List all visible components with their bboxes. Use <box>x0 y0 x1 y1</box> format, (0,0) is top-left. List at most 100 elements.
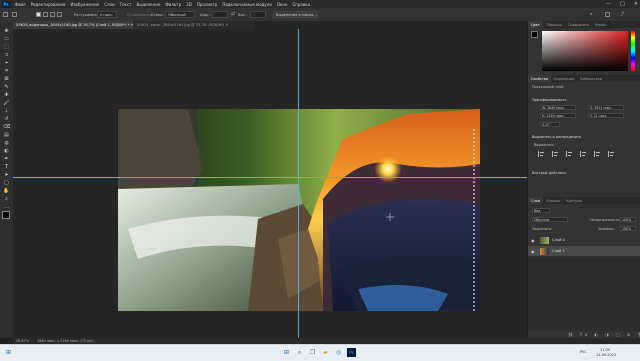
height-field[interactable]: H: 2160 пикс. <box>540 113 576 118</box>
tool-more-icon[interactable]: … <box>3 203 10 210</box>
width-input[interactable] <box>212 11 228 18</box>
layer-name[interactable]: Слой 0 <box>552 238 565 242</box>
search-taskbar-icon[interactable]: ⌕ <box>295 348 304 357</box>
home-icon[interactable] <box>3 12 8 17</box>
layer-actions-icons[interactable]: ⛓ fx ◐ ◑ ▢ ⊞ 🗑 <box>568 332 640 337</box>
tool-history-brush-icon[interactable]: ↺ <box>3 115 10 122</box>
clock-date[interactable]: 11.09.2023 <box>596 353 616 357</box>
intersect-selection-icon[interactable] <box>57 12 62 17</box>
tab-libraries[interactable]: Библиотеки <box>577 75 605 82</box>
tool-lasso-icon[interactable]: ↄ <box>3 51 10 58</box>
menu-view[interactable]: Просмотр <box>194 2 220 7</box>
start-menu-icon[interactable]: ⊞ <box>282 348 291 357</box>
canvas-area[interactable] <box>13 29 527 338</box>
align-bottom-icon[interactable] <box>608 151 615 157</box>
tool-zoom-icon[interactable]: ⌕ <box>3 195 10 202</box>
close-window-button[interactable]: ✕ <box>634 1 638 7</box>
maximize-button[interactable]: □ <box>620 1 625 7</box>
photoshop-taskbar-icon[interactable]: Ps <box>347 348 356 357</box>
tab-patterns[interactable]: Узоры <box>592 21 609 28</box>
align-top-icon[interactable] <box>580 151 587 157</box>
foreground-color-swatch[interactable] <box>2 211 10 219</box>
share-icon[interactable]: ⤴ <box>620 11 625 16</box>
layer-row[interactable]: ◉ Слой 0 <box>528 235 640 245</box>
tool-blur-icon[interactable]: ◍ <box>3 139 10 146</box>
tool-dodge-icon[interactable]: ◐ <box>3 147 10 154</box>
tab-paths[interactable]: Контуры <box>563 197 585 204</box>
align-right-icon[interactable] <box>566 151 573 157</box>
tab-sunset-document[interactable]: X5634_закат_3840x2160.jpg @ 33,3% (RGB/8… <box>134 21 254 29</box>
tool-rectangle-icon[interactable]: ▢ <box>3 179 10 186</box>
menu-file[interactable]: Файл <box>12 2 28 7</box>
smooth-checkbox-label[interactable]: Сглаживание <box>127 13 153 17</box>
photoshop-logo-icon[interactable]: Ps <box>2 0 10 8</box>
tool-brush-icon[interactable]: 🖌 <box>3 99 10 106</box>
layer-name[interactable]: Слой 1 <box>552 249 565 253</box>
tool-artboard-icon[interactable]: ▭ <box>3 35 10 42</box>
tab-adjustments[interactable]: Коррекция <box>551 75 577 82</box>
tab-properties[interactable]: Свойства <box>528 75 552 82</box>
tool-eraser-icon[interactable]: ⌫ <box>3 123 10 130</box>
tool-heal-icon[interactable]: ✚ <box>3 91 10 98</box>
tool-path-select-icon[interactable]: ➤ <box>3 171 10 178</box>
layer-row-selected[interactable]: ◉ Слой 1 <box>528 246 640 256</box>
fill-input[interactable]: 100% <box>620 226 636 231</box>
tool-gradient-icon[interactable]: ▤ <box>3 131 10 138</box>
horizontal-guide[interactable] <box>13 177 527 178</box>
subtract-selection-icon[interactable] <box>50 12 55 17</box>
color-field[interactable] <box>542 31 628 71</box>
minimize-button[interactable]: — <box>606 1 611 7</box>
tool-pen-icon[interactable]: ✒ <box>3 155 10 162</box>
vertical-guide[interactable] <box>298 29 299 338</box>
menu-image[interactable]: Изображение <box>68 2 102 7</box>
height-input[interactable] <box>250 11 266 18</box>
workspace-icon[interactable] <box>605 12 610 17</box>
tab-waterfall-document[interactable]: X5628_водопады_3840x2160.jpg @ 26,7% (Сл… <box>13 21 134 29</box>
width-field[interactable]: W: 3840 пикс. <box>540 105 576 110</box>
browser-icon[interactable]: ◎ <box>334 348 343 357</box>
menu-edit[interactable]: Редактирование <box>28 2 68 7</box>
rotation-field[interactable]: 0,00° <box>540 122 560 127</box>
marquee-preset-icon[interactable] <box>12 12 17 17</box>
menu-layers[interactable]: Слои <box>102 2 117 7</box>
tool-object-select-icon[interactable]: ⌖ <box>3 59 10 66</box>
clock-time[interactable]: 11:39 <box>600 348 610 352</box>
zoom-level[interactable]: 26,67% <box>16 339 29 343</box>
tab-swatches[interactable]: Образцы <box>543 21 565 28</box>
tool-eyedropper-icon[interactable]: ✎ <box>3 83 10 90</box>
tab-layers[interactable]: Слои <box>528 197 544 204</box>
tool-move-icon[interactable]: ✥ <box>3 27 10 34</box>
tool-type-icon[interactable]: T <box>3 163 10 170</box>
feather-input[interactable]: 0 пикс. <box>97 11 117 18</box>
style-select[interactable]: Обычный <box>165 11 195 18</box>
start-icon[interactable]: ⊞ <box>4 348 13 357</box>
align-center-v-icon[interactable] <box>594 151 601 157</box>
tool-frame-icon[interactable]: ⊠ <box>3 75 10 82</box>
tool-crop-icon[interactable]: ⌗ <box>3 67 10 74</box>
opacity-input[interactable]: 100% <box>620 217 636 222</box>
align-left-icon[interactable] <box>538 151 545 157</box>
select-and-mask-button[interactable]: Выделение и маска... <box>273 11 318 18</box>
task-view-icon[interactable]: ❐ <box>308 348 317 357</box>
x-field[interactable]: X: 3951 пикс. <box>588 105 624 110</box>
align-section-label[interactable]: Выровнять и распределить <box>532 135 581 139</box>
quick-actions-label[interactable]: Быстрые действия <box>532 171 566 175</box>
input-language[interactable]: РУС <box>580 350 587 354</box>
menu-type[interactable]: Текст <box>117 2 134 7</box>
menu-plugins[interactable]: Подключаемые модули <box>220 2 275 7</box>
tool-hand-icon[interactable]: ✋ <box>3 187 10 194</box>
new-selection-icon[interactable] <box>36 12 41 17</box>
y-field[interactable]: Y: 21 пикс. <box>588 113 624 118</box>
menu-window[interactable]: Окно <box>274 2 290 7</box>
search-icon[interactable]: ⌕ <box>590 11 595 16</box>
visibility-eye-icon[interactable]: ◉ <box>531 249 537 254</box>
menu-filter[interactable]: Фильтр <box>163 2 184 7</box>
menu-select[interactable]: Выделение <box>134 2 163 7</box>
document-image[interactable] <box>118 109 480 311</box>
explorer-icon[interactable]: ▰ <box>321 348 330 357</box>
hue-slider[interactable] <box>631 31 635 71</box>
swap-arrows-icon[interactable]: ⇄ <box>231 11 236 17</box>
fg-color-chip[interactable] <box>531 31 538 38</box>
tab-gradients[interactable]: Градиенты <box>565 21 591 28</box>
blend-mode-select[interactable]: Обычные <box>532 217 568 222</box>
